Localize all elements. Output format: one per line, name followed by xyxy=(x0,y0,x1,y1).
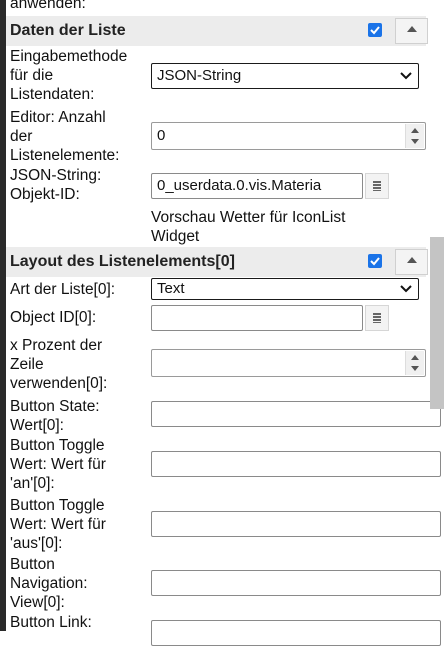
chevron-down-icon xyxy=(400,72,412,80)
chevron-up-icon xyxy=(407,26,417,32)
list-type-label: Art der Liste[0]: xyxy=(10,281,116,298)
input-method-value: JSON-String xyxy=(157,67,242,84)
list-icon xyxy=(373,313,381,323)
object-picker-button[interactable] xyxy=(365,173,389,199)
editor-count-label: Editor: Anzahl der Listenelemente: xyxy=(10,109,120,164)
section-enable-checkbox[interactable] xyxy=(368,23,382,37)
collapse-button[interactable] xyxy=(395,249,428,275)
list-icon xyxy=(373,181,381,191)
x-percent-input[interactable] xyxy=(151,349,426,377)
section-header-list-layout[interactable]: Layout des Listenelements[0] xyxy=(6,247,428,277)
cut-off-label: anwenden: xyxy=(10,0,86,12)
chevron-up-icon xyxy=(407,257,417,263)
scrollbar-thumb[interactable] xyxy=(430,237,444,409)
object-picker-button[interactable] xyxy=(365,305,389,331)
section-title: Layout des Listenelements[0] xyxy=(10,253,235,270)
list-type-select[interactable]: Text xyxy=(151,278,419,300)
number-spinner[interactable] xyxy=(405,351,424,375)
input-method-label: Eingabemethode für die Listendaten: xyxy=(10,48,128,103)
json-oid-value: 0_userdata.0.vis.Materia xyxy=(157,177,322,194)
toggle-off-input[interactable] xyxy=(151,511,441,537)
chevron-down-icon xyxy=(400,285,412,293)
json-oid-input[interactable]: 0_userdata.0.vis.Materia xyxy=(151,173,363,199)
section-enable-checkbox[interactable] xyxy=(368,254,382,268)
nav-view-input[interactable] xyxy=(151,570,441,596)
left-edge-bar xyxy=(0,0,6,631)
toggle-off-label: Button Toggle Wert: Wert für 'aus'[0]: xyxy=(10,497,106,552)
editor-count-input[interactable]: 0 xyxy=(151,122,426,150)
button-link-label: Button Link: xyxy=(10,614,92,631)
object-id-label: Object ID[0]: xyxy=(10,309,97,326)
input-method-select[interactable]: JSON-String xyxy=(151,63,419,89)
button-state-label: Button State: Wert[0]: xyxy=(10,398,100,434)
section-header-list-data[interactable]: Daten der Liste xyxy=(6,16,428,46)
x-percent-label: x Prozent der Zeile verwenden[0]: xyxy=(10,337,108,392)
collapse-button[interactable] xyxy=(395,18,428,44)
toggle-on-label: Button Toggle Wert: Wert für 'an'[0]: xyxy=(10,437,106,492)
button-link-input[interactable] xyxy=(151,620,441,646)
section-title: Daten der Liste xyxy=(10,22,126,39)
list-type-value: Text xyxy=(157,280,185,297)
preview-text: Vorschau Wetter für IconList Widget xyxy=(151,209,346,245)
nav-view-label: Button Navigation: View[0]: xyxy=(10,556,88,611)
toggle-on-input[interactable] xyxy=(151,451,441,477)
number-spinner[interactable] xyxy=(405,124,424,148)
button-state-input[interactable] xyxy=(151,401,441,427)
object-id-input[interactable] xyxy=(151,305,363,331)
json-oid-label: JSON-String: Objekt-ID: xyxy=(10,167,102,203)
editor-count-value: 0 xyxy=(157,127,166,144)
